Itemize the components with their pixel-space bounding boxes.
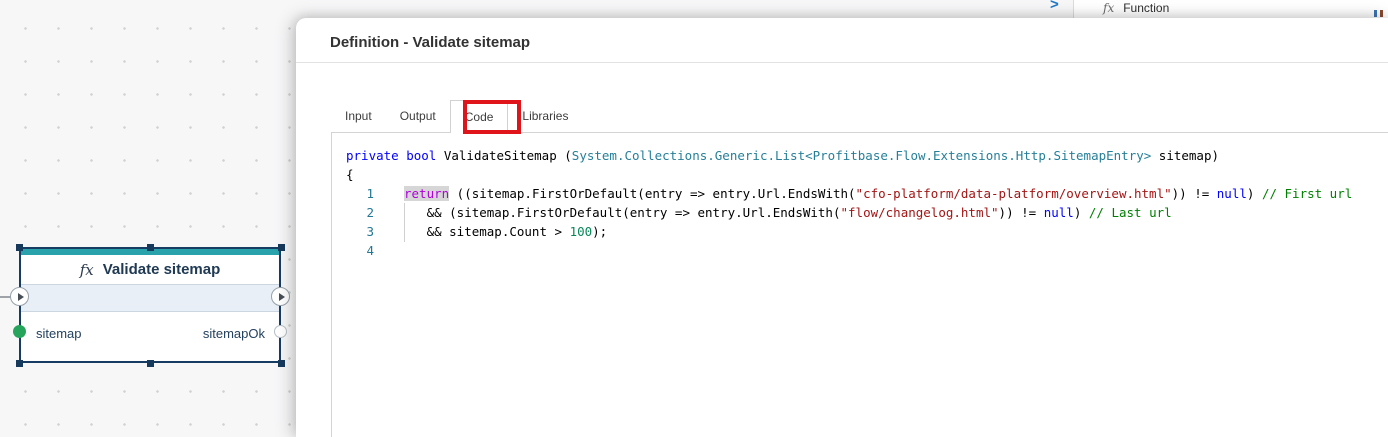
tab-output[interactable]: Output [386,100,450,132]
function-item-label: Function [1123,1,1169,15]
line-number: 3 [346,222,374,241]
code-content[interactable]: private bool ValidateSitemap (System.Col… [332,133,1388,260]
line-number: 2 [346,203,374,222]
definition-panel: Definition - Validate sitemap InputOutpu… [296,18,1388,437]
header-divider [296,62,1388,63]
node-input-connector[interactable] [10,287,29,306]
node-connector-row [21,285,279,312]
clipped-toolbar-icon [1374,10,1383,17]
fx-icon: fx [1103,1,1114,15]
line-number: 1 [346,184,374,203]
selection-handle[interactable] [147,360,154,367]
node-ports-row: sitemap sitemapOk [21,312,279,362]
code-editor[interactable]: private bool ValidateSitemap (System.Col… [331,132,1388,437]
selection-handle[interactable] [278,360,285,367]
collapse-chevron-icon[interactable]: > [1050,0,1059,13]
output-port-label: sitemapOk [203,326,265,341]
panel-title: Definition - Validate sitemap [330,34,530,51]
function-list-item[interactable]: fx Function [1103,1,1169,15]
indent-guide [404,203,405,242]
node-title: Validate sitemap [103,261,221,278]
play-icon [18,293,24,301]
play-icon [279,293,285,301]
tab-code[interactable]: Code [450,100,509,133]
tab-input[interactable]: Input [331,100,386,132]
code-numbered-lines: 1return ((sitemap.FirstOrDefault(entry =… [346,184,1388,260]
output-port-dot[interactable] [274,325,287,338]
input-port-dot[interactable] [13,325,26,338]
flow-node-validate-sitemap[interactable]: fx Validate sitemap sitemap sitemapOk [19,247,281,363]
selection-handle[interactable] [147,244,154,251]
input-port-label: sitemap [36,326,82,341]
tab-bar: InputOutputCodeLibraries [331,100,582,132]
tab-libraries[interactable]: Libraries [508,100,582,132]
selection-handle[interactable] [278,244,285,251]
line-number: 4 [346,241,374,260]
selection-handle[interactable] [16,244,23,251]
flow-editor-canvas: > fx Function fx Validate sitemap sitema… [0,0,1388,437]
node-header: fx Validate sitemap [21,255,279,285]
selection-handle[interactable] [16,360,23,367]
node-output-connector[interactable] [271,287,290,306]
fx-icon: fx [80,261,94,279]
code-header-lines: private bool ValidateSitemap (System.Col… [346,146,1388,184]
